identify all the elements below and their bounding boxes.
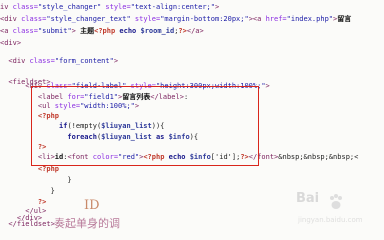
code-token: > — [113, 57, 119, 65]
highlight-box — [31, 86, 259, 166]
code-line: } — [0, 176, 72, 185]
code-token: } — [0, 176, 72, 184]
code-token: 留言 — [337, 15, 352, 23]
code-token: > — [265, 82, 270, 90]
code-line: <div class="form_content"> — [0, 57, 118, 66]
code-line: } — [0, 187, 55, 196]
code-token: class= — [21, 15, 47, 23]
baidu-watermark: Bai jingyan.baidu.com — [296, 191, 380, 234]
code-line: <?php — [0, 165, 59, 174]
code-line: <a class="submit"> 主题<?php echo $room_id… — [0, 27, 204, 36]
code-token: &nbsp;&nbsp;&nbsp;< — [278, 153, 359, 161]
code-token: <div — [0, 57, 30, 65]
code-token: > — [214, 3, 220, 11]
code-line: <div> — [0, 39, 21, 48]
code-line: </fieldset> — [0, 220, 55, 229]
code-token: echo — [119, 27, 141, 35]
code-token: ?> — [178, 27, 187, 35]
code-token: class= — [29, 57, 55, 65]
code-line: ?> — [0, 198, 46, 207]
watermark-url: jingyan.baidu.com — [298, 216, 363, 224]
code-token: iv — [0, 3, 13, 11]
watermark-brand: Bai — [296, 191, 320, 206]
code-token: ><a — [248, 15, 266, 23]
code-token: 主题 — [80, 27, 95, 35]
code-token: "style_changer" — [37, 3, 102, 11]
code-token: } — [0, 187, 55, 195]
code-token: </fieldset> — [0, 220, 55, 228]
caption-text: 奏起单身的调 — [54, 217, 120, 230]
code-token: class= — [12, 27, 38, 35]
id-annotation: ID — [84, 198, 100, 213]
code-token: "submit" — [37, 27, 72, 35]
paw-icon — [330, 194, 342, 209]
code-token: <?php — [94, 27, 120, 35]
code-token: "style_changer_text" — [46, 15, 131, 23]
code-token: </a> — [186, 27, 204, 35]
code-token: <div> — [0, 39, 22, 47]
code-token: href= — [265, 15, 287, 23]
code-token: <div — [0, 15, 22, 23]
code-token: > — [71, 27, 81, 35]
code-token: style= — [101, 3, 131, 11]
code-token: <a — [0, 27, 13, 35]
code-token: style= — [130, 15, 161, 23]
code-line: iv class="style_changer" style="text-ali… — [0, 3, 219, 12]
code-token: "form_content" — [54, 57, 114, 65]
code-token: class= — [12, 3, 38, 11]
code-token: "margin-bottom:20px;" — [160, 15, 249, 23]
code-token: ?> — [0, 198, 47, 206]
code-token: <?php — [0, 165, 60, 173]
code-token: "text-align:center;" — [130, 3, 215, 11]
code-token: $room_id — [140, 27, 175, 35]
code-line: <div class="style_changer_text" style="m… — [0, 15, 351, 24]
code-token: "index.php" — [286, 15, 333, 23]
